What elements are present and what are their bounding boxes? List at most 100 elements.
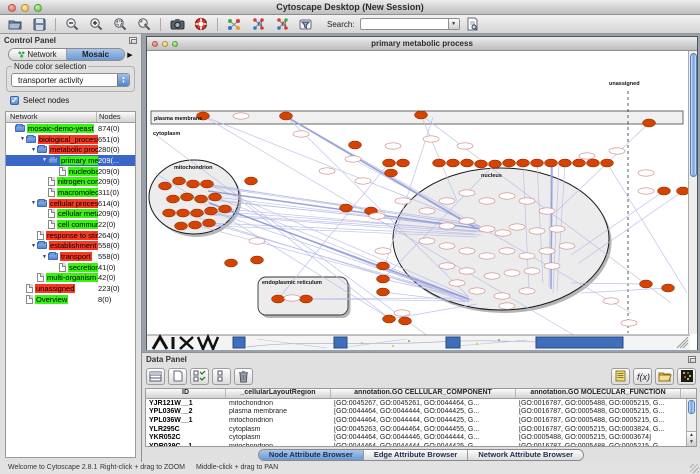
network-node[interactable] bbox=[225, 259, 238, 267]
network-label-node[interactable] bbox=[524, 268, 540, 274]
network-label-node[interactable] bbox=[469, 288, 485, 294]
search-dropdown-button[interactable]: ▼ bbox=[448, 18, 460, 30]
network-label-node[interactable] bbox=[439, 243, 455, 249]
network-node[interactable] bbox=[163, 209, 176, 217]
network-node[interactable] bbox=[587, 159, 600, 167]
disclosure-triangle-icon[interactable]: ▼ bbox=[30, 147, 37, 153]
scrollbar-thumb[interactable] bbox=[688, 400, 695, 414]
network-label-node[interactable] bbox=[495, 230, 511, 236]
network-label-node[interactable] bbox=[449, 280, 465, 286]
scrollbar-thumb[interactable] bbox=[690, 53, 697, 177]
unselect-attributes-button[interactable] bbox=[212, 368, 231, 385]
network-label-node[interactable] bbox=[519, 198, 535, 204]
attribute-matrix-button[interactable] bbox=[677, 368, 696, 385]
canvas-vertical-scrollbar[interactable] bbox=[688, 51, 697, 334]
network-node[interactable] bbox=[385, 169, 398, 177]
network-node[interactable] bbox=[383, 159, 396, 167]
network-node[interactable] bbox=[377, 262, 390, 270]
network-label-node[interactable] bbox=[559, 243, 575, 249]
minimize-window-icon[interactable] bbox=[21, 4, 29, 12]
table-column-header[interactable]: ID bbox=[146, 389, 226, 398]
tree-column-network[interactable]: Network bbox=[6, 112, 97, 122]
save-button[interactable] bbox=[28, 16, 50, 33]
network-label-node[interactable] bbox=[459, 268, 475, 274]
filters-button[interactable] bbox=[295, 16, 317, 33]
network-node[interactable] bbox=[167, 195, 180, 203]
network-label-node[interactable] bbox=[459, 190, 475, 196]
network-node[interactable] bbox=[662, 284, 675, 292]
tree-row-nucleobase-[interactable]: nucleobase-209(0) bbox=[6, 166, 135, 177]
zoom-in-button[interactable] bbox=[85, 16, 107, 33]
network-label-node[interactable] bbox=[484, 273, 500, 279]
network-label-node[interactable] bbox=[457, 143, 473, 149]
network-node[interactable] bbox=[159, 182, 172, 190]
network-node[interactable] bbox=[177, 209, 190, 217]
tree-row-nitrogen-compo[interactable]: nitrogen compo209(0) bbox=[6, 176, 135, 187]
tree-row-cellular-process[interactable]: ▼cellular process614(0) bbox=[6, 198, 135, 209]
network-node[interactable] bbox=[433, 159, 446, 167]
network-node[interactable] bbox=[489, 160, 502, 168]
network-node[interactable] bbox=[517, 159, 530, 167]
disclosure-triangle-icon[interactable]: ▼ bbox=[19, 136, 26, 142]
network-node[interactable] bbox=[205, 207, 218, 215]
network-node[interactable] bbox=[195, 195, 208, 203]
network-node[interactable] bbox=[531, 159, 544, 167]
network-node[interactable] bbox=[245, 177, 258, 185]
network-label-node[interactable] bbox=[439, 223, 455, 229]
network-label-node[interactable] bbox=[375, 248, 391, 254]
network-label-node[interactable] bbox=[519, 253, 535, 259]
network-node[interactable] bbox=[377, 288, 390, 296]
network-node[interactable] bbox=[219, 205, 232, 213]
network-node[interactable] bbox=[349, 141, 362, 149]
network-node[interactable] bbox=[399, 317, 412, 325]
table-row[interactable]: YDR039C__1mitochondrion[GO:0044464, GO:0… bbox=[146, 442, 686, 446]
new-attribute-button[interactable] bbox=[168, 368, 187, 385]
minimize-view-icon[interactable] bbox=[162, 41, 168, 47]
network-node[interactable] bbox=[181, 193, 194, 201]
advanced-search-button[interactable] bbox=[462, 16, 484, 33]
apply-layout-button[interactable] bbox=[223, 16, 245, 33]
zoom-view-icon[interactable] bbox=[172, 41, 178, 47]
tab-node-attribute-browser[interactable]: Node Attribute Browser bbox=[259, 450, 364, 460]
network-label-node[interactable] bbox=[549, 226, 565, 232]
network-label-node[interactable] bbox=[394, 310, 410, 316]
network-label-node[interactable] bbox=[419, 208, 435, 214]
tree-row-response-to-stimulu[interactable]: response to stimulu264(0) bbox=[6, 230, 135, 241]
network-label-node[interactable] bbox=[345, 156, 361, 162]
table-column-header[interactable]: _cellularLayoutRegion bbox=[226, 389, 331, 398]
tree-row-macromolecule[interactable]: macromolecule311(0) bbox=[6, 187, 135, 198]
tab-network-attribute-browser[interactable]: Network Attribute Browser bbox=[468, 450, 583, 460]
table-row[interactable]: YKR052Ccytoplasm[GO:0044464, GO:0044446,… bbox=[146, 433, 686, 442]
network-label-node[interactable] bbox=[479, 253, 495, 259]
resize-grip[interactable] bbox=[690, 464, 699, 473]
network-label-node[interactable] bbox=[499, 193, 515, 199]
network-label-node[interactable] bbox=[504, 270, 520, 276]
tree-row-unassigned[interactable]: unassigned223(0) bbox=[6, 283, 135, 294]
disclosure-triangle-icon[interactable]: ▼ bbox=[30, 200, 37, 206]
network-label-node[interactable] bbox=[459, 218, 475, 224]
network-label-node[interactable] bbox=[603, 298, 619, 304]
scrollbar-arrows[interactable]: ▲▼ bbox=[687, 431, 696, 446]
network-node[interactable] bbox=[280, 112, 293, 120]
network-label-node[interactable] bbox=[385, 143, 401, 149]
tree-row-overview[interactable]: Overview8(0) bbox=[6, 294, 135, 305]
disclosure-triangle-icon[interactable]: ▼ bbox=[30, 243, 37, 249]
zoom-selected-region-button[interactable] bbox=[109, 16, 131, 33]
network-label-node[interactable] bbox=[459, 248, 475, 254]
select-nodes-checkbox[interactable]: ✓ bbox=[10, 96, 19, 105]
attribute-table-button[interactable] bbox=[146, 368, 165, 385]
function-builder-button[interactable]: f(x) bbox=[633, 368, 652, 385]
network-node[interactable] bbox=[340, 204, 353, 212]
network-label-node[interactable] bbox=[529, 228, 545, 234]
network-node[interactable] bbox=[461, 159, 474, 167]
network-node[interactable] bbox=[559, 159, 572, 167]
network-node[interactable] bbox=[377, 275, 390, 283]
network-canvas[interactable]: plasma membranecytoplasmmitochondrionnuc… bbox=[147, 51, 697, 350]
network-label-node[interactable] bbox=[423, 136, 439, 142]
new-network-from-selected-nodes-selected-edges-button[interactable]: N bbox=[271, 16, 293, 33]
table-row[interactable]: YLR295Ccytoplasm[GO:0045263, GO:0044464,… bbox=[146, 425, 686, 434]
search-input[interactable] bbox=[360, 18, 448, 30]
close-window-icon[interactable] bbox=[8, 4, 16, 12]
network-node[interactable] bbox=[601, 159, 614, 167]
tree-row-primary-metabo[interactable]: ▼primary metabo209(... bbox=[6, 155, 135, 166]
